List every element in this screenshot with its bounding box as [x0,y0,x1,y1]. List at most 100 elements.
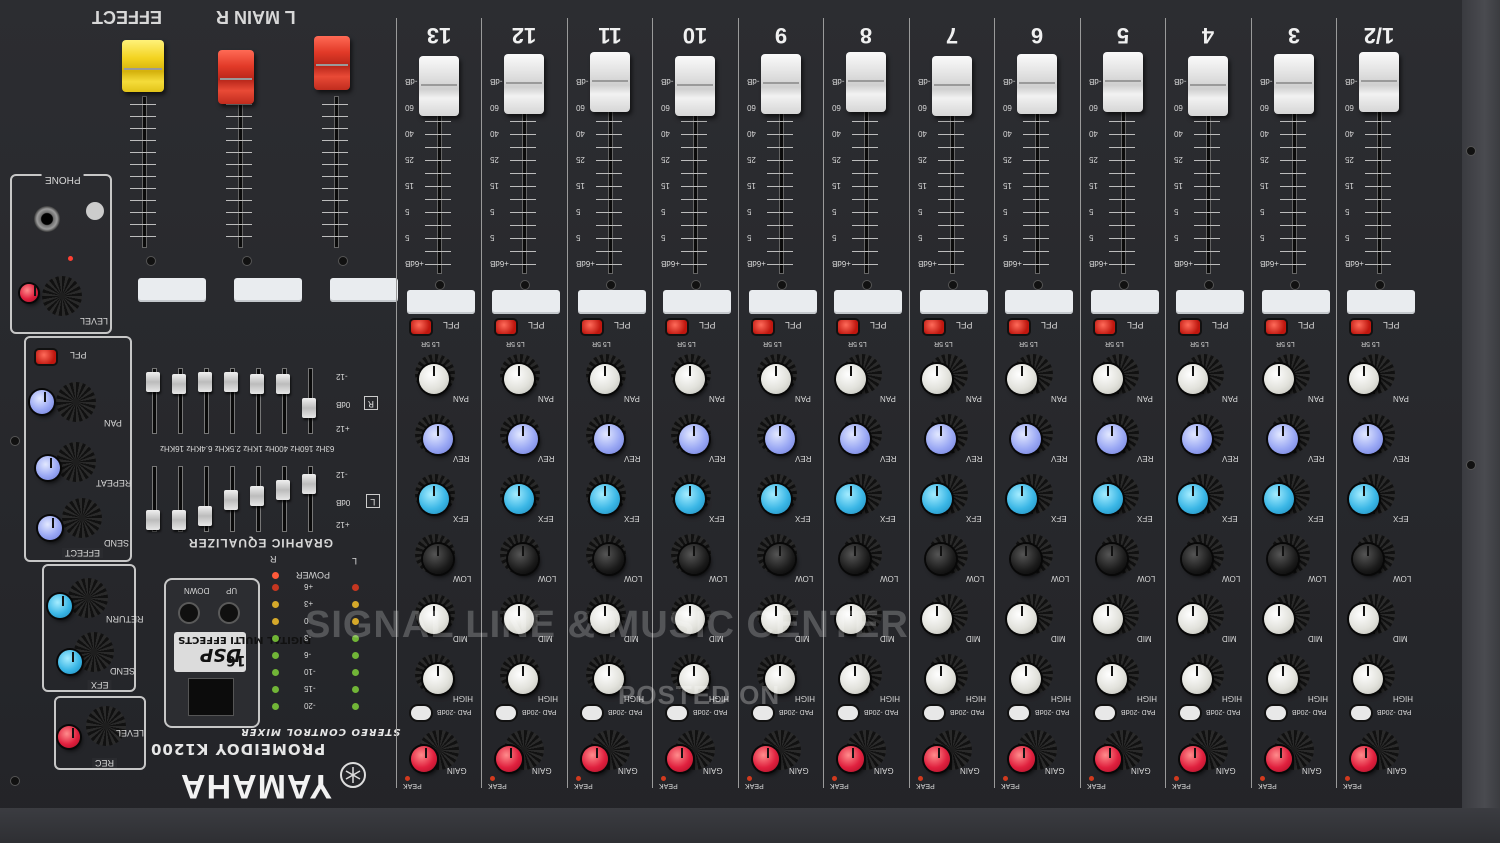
pad-button[interactable] [1351,706,1371,720]
channel-fader[interactable] [1017,54,1057,114]
phone-jack[interactable] [34,206,60,232]
geq-l-band-slider[interactable] [146,510,160,530]
mid-knob[interactable] [1349,604,1379,634]
geq-r-band-slider[interactable] [250,374,264,394]
geq-r-band-slider[interactable] [276,374,290,394]
pan-knob[interactable] [1263,364,1294,394]
effect-pfl-button[interactable] [36,350,56,364]
rev-knob[interactable] [679,424,709,454]
pfl-button[interactable] [923,320,944,334]
phone-level-knob[interactable] [20,284,38,302]
effect-master-fader[interactable] [122,40,164,92]
geq-l-band-slider[interactable] [224,490,238,510]
high-knob[interactable] [1182,664,1212,694]
efx-knob[interactable] [921,484,952,514]
efx-knob[interactable] [589,484,620,514]
rev-knob[interactable] [1182,424,1212,454]
pan-knob[interactable] [1007,364,1037,394]
geq-l-band-slider[interactable] [198,506,212,526]
geq-r-band-slider[interactable] [302,398,316,418]
mid-knob[interactable] [1092,604,1123,634]
gain-knob[interactable] [838,746,864,772]
low-knob[interactable] [1096,544,1127,574]
mid-knob[interactable] [1178,604,1208,634]
efx-knob[interactable] [1007,484,1037,514]
pan-knob[interactable] [675,364,705,394]
pad-button[interactable] [1180,706,1200,720]
rev-knob[interactable] [508,424,538,454]
gain-knob[interactable] [1351,746,1377,772]
pad-button[interactable] [410,706,431,720]
channel-fader[interactable] [1273,54,1314,114]
high-knob[interactable] [508,664,538,694]
rev-knob[interactable] [764,424,795,454]
efx-knob[interactable] [675,484,705,514]
geq-r-band-slider[interactable] [198,372,212,392]
pan-knob[interactable] [1092,364,1123,394]
geq-l-band-slider[interactable] [250,486,264,506]
pad-button[interactable] [923,706,944,720]
gain-knob[interactable] [1009,746,1035,772]
pfl-button[interactable] [1180,320,1200,334]
pan-knob[interactable] [504,364,534,394]
mid-knob[interactable] [1007,604,1037,634]
efx-knob[interactable] [1178,484,1208,514]
high-knob[interactable] [1011,664,1041,694]
low-knob[interactable] [679,544,709,574]
pad-button[interactable] [1094,706,1115,720]
pan-knob[interactable] [760,364,791,394]
efx-send-knob[interactable] [58,650,82,674]
high-knob[interactable] [925,664,956,694]
channel-fader[interactable] [1359,52,1399,112]
channel-fader[interactable] [846,52,886,112]
channel-fader[interactable] [760,54,801,114]
channel-fader[interactable] [418,56,459,116]
pad-button[interactable] [1265,706,1286,720]
low-knob[interactable] [840,544,870,574]
efx-knob[interactable] [418,484,449,514]
pan-knob[interactable] [836,364,866,394]
rev-knob[interactable] [1011,424,1041,454]
mid-knob[interactable] [1263,604,1294,634]
pfl-button[interactable] [1009,320,1029,334]
gain-knob[interactable] [1265,746,1292,772]
pad-button[interactable] [838,706,858,720]
efx-knob[interactable] [760,484,791,514]
low-knob[interactable] [1267,544,1298,574]
effect-pan-knob[interactable] [30,390,54,414]
rev-knob[interactable] [925,424,956,454]
pad-button[interactable] [1009,706,1029,720]
gain-knob[interactable] [496,746,522,772]
pfl-button[interactable] [838,320,858,334]
rev-knob[interactable] [1096,424,1127,454]
low-knob[interactable] [925,544,956,574]
geq-r-band-slider[interactable] [224,372,238,392]
pfl-button[interactable] [410,320,431,334]
rev-knob[interactable] [1353,424,1383,454]
channel-fader[interactable] [589,52,630,112]
effect-send-knob[interactable] [38,516,62,540]
effect-repeat-knob[interactable] [36,456,60,480]
geq-r-band-slider[interactable] [172,374,186,394]
pfl-button[interactable] [1351,320,1371,334]
channel-fader[interactable] [1188,56,1228,116]
pan-knob[interactable] [921,364,952,394]
gain-knob[interactable] [581,746,608,772]
pfl-button[interactable] [581,320,602,334]
rev-knob[interactable] [593,424,624,454]
geq-l-band-slider[interactable] [172,510,186,530]
channel-fader[interactable] [675,56,715,116]
rev-knob[interactable] [840,424,870,454]
low-knob[interactable] [764,544,795,574]
rec-level-knob[interactable] [58,726,80,748]
low-knob[interactable] [593,544,624,574]
gain-knob[interactable] [1094,746,1121,772]
efx-knob[interactable] [836,484,866,514]
channel-fader[interactable] [1102,52,1143,112]
efx-return-knob[interactable] [48,594,72,618]
pad-button[interactable] [496,706,516,720]
pan-knob[interactable] [418,364,449,394]
high-knob[interactable] [1096,664,1127,694]
main-r-fader[interactable] [218,50,254,104]
pan-knob[interactable] [589,364,620,394]
